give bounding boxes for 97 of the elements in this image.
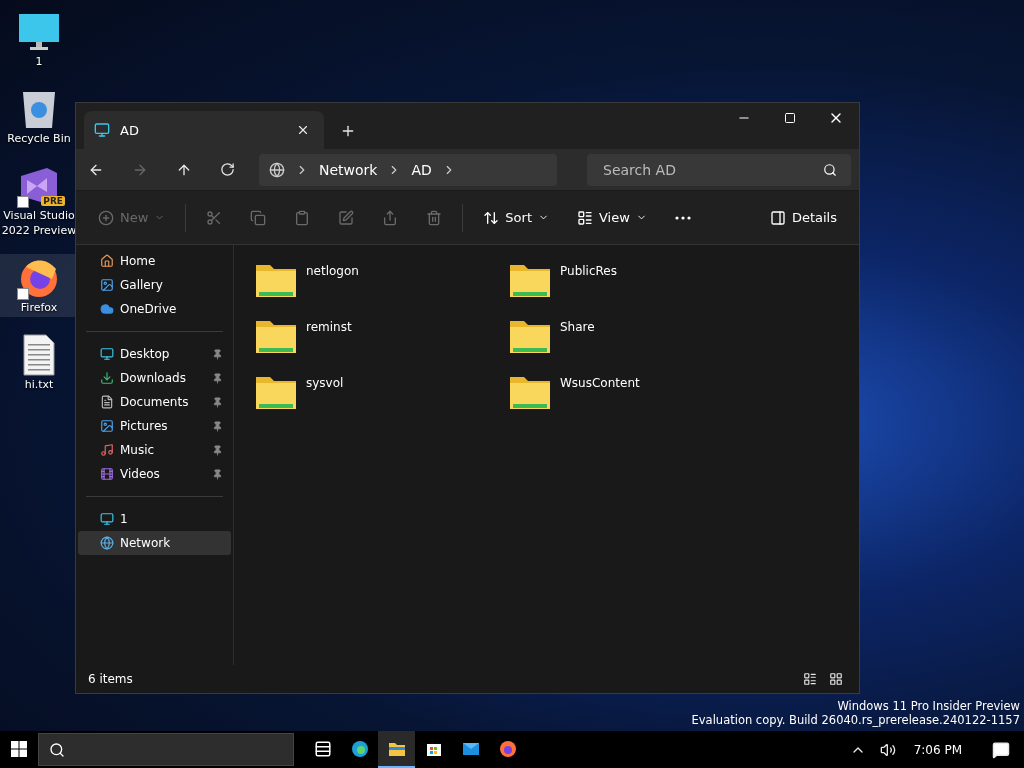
sidebar-item[interactable]: 1 [78, 507, 231, 531]
evaluation-notice: Windows 11 Pro Insider Preview [837, 699, 1020, 713]
sidebar-label: Gallery [120, 278, 164, 292]
sidebar-item[interactable]: OneDrive [78, 297, 231, 321]
monitor-icon [94, 122, 110, 138]
network-icon [100, 536, 114, 550]
desktop-icon-label: hi.txt [24, 377, 54, 392]
maximize-icon [784, 112, 796, 124]
sidebar-item[interactable]: Music [78, 438, 231, 462]
folder-name[interactable]: WsusContent [560, 371, 640, 390]
desktop-icon-label: 1 [35, 54, 43, 69]
badge: PRE [41, 196, 65, 206]
desktop-icon-tile[interactable]: 1 [0, 8, 78, 71]
sidebar-label: Desktop [120, 347, 171, 361]
sidebar-item[interactable]: Pictures [78, 414, 231, 438]
desktop-icon-tile[interactable]: Firefox [0, 254, 78, 317]
message-icon [992, 740, 1010, 759]
desktop-icon-tile[interactable]: Recycle Bin [0, 85, 78, 148]
sort-button[interactable]: Sort [475, 205, 557, 230]
sidebar-item[interactable]: Gallery [78, 273, 231, 297]
list-icon [803, 672, 817, 686]
folder-name[interactable]: netlogon [306, 259, 359, 278]
rename-icon [338, 209, 355, 226]
sidebar-label: Downloads [120, 371, 187, 385]
view-button[interactable]: View [569, 205, 655, 230]
search-icon [823, 162, 837, 177]
sidebar-item[interactable]: Network [78, 531, 231, 555]
taskbar-app-button[interactable] [378, 731, 415, 768]
sidebar-label: Home [120, 254, 157, 268]
item-count: 6 items [88, 672, 133, 686]
more-icon [674, 215, 691, 220]
desktop-icon-tile[interactable]: PRE Visual Studio 2022 Preview [0, 162, 78, 240]
folder-name[interactable]: PublicRes [560, 259, 617, 278]
document-icon [100, 395, 114, 409]
speaker-icon [879, 741, 896, 758]
close-icon [296, 123, 310, 137]
desktop-icon [100, 347, 114, 361]
monitor-icon [100, 512, 114, 526]
clock[interactable]: 7:06 PM [913, 742, 962, 757]
copy-icon [250, 209, 267, 226]
tab-title: AD [120, 122, 140, 138]
desktop-icon-label: Firefox [20, 300, 58, 315]
share-icon [382, 209, 399, 226]
sidebar-label: OneDrive [120, 302, 178, 316]
breadcrumb[interactable]: Network [319, 161, 378, 178]
grid-icon [829, 672, 843, 686]
gallery-icon [100, 278, 114, 292]
address-bar[interactable]: Network AD [259, 153, 557, 186]
sidebar-item[interactable]: Desktop [78, 342, 231, 366]
details-button[interactable]: Details [761, 205, 845, 230]
cut-icon [206, 209, 223, 226]
text-file-icon [22, 334, 56, 376]
cloud-icon [100, 302, 114, 316]
firefox-icon [498, 739, 517, 758]
sidebar-label: Network [120, 536, 172, 550]
search-icon [49, 741, 65, 758]
edge-icon [350, 739, 369, 758]
mail-icon [461, 741, 480, 756]
search-input[interactable]: Search AD [601, 160, 801, 179]
plus-icon [340, 123, 356, 139]
music-icon [100, 443, 114, 457]
picture-icon [100, 419, 114, 433]
sort-icon [483, 209, 500, 226]
desktop-icon-tile[interactable]: hi.txt [0, 331, 78, 394]
windows-logo-icon [10, 740, 27, 757]
folder-name[interactable]: Share [560, 315, 595, 334]
sidebar-label: Pictures [120, 419, 169, 433]
paste-icon [294, 209, 311, 226]
video-icon [100, 467, 114, 481]
breadcrumb[interactable]: AD [411, 161, 432, 178]
folder-icon [387, 740, 406, 757]
download-icon [100, 371, 114, 385]
tab[interactable]: AD [84, 111, 324, 149]
sidebar-label: Videos [120, 467, 161, 481]
sidebar-label: Music [120, 443, 156, 457]
home-icon [100, 254, 114, 268]
search-field[interactable]: Search AD [587, 153, 851, 186]
desktop-icon-label: Recycle Bin [7, 131, 71, 146]
folder-name[interactable]: reminst [306, 315, 352, 334]
monitor-icon [18, 12, 60, 52]
details-pane-icon [769, 209, 786, 226]
network-icon [269, 161, 285, 178]
folder-name[interactable]: sysvol [306, 371, 344, 390]
trash-icon [426, 209, 443, 226]
sidebar-label: 1 [120, 512, 129, 526]
plus-icon [98, 209, 114, 226]
task-view-icon [313, 739, 332, 758]
desktop-icon-label: Visual Studio 2022 Preview [0, 208, 78, 238]
sidebar-label: Documents [120, 395, 190, 409]
list-icon [577, 209, 593, 226]
taskbar-search-field[interactable] [38, 733, 294, 766]
sidebar-item[interactable]: Documents [78, 390, 231, 414]
evaluation-notice: Evaluation copy. Build 26040.rs_prerelease.240122-1157 [691, 713, 1020, 727]
sidebar-item[interactable]: Videos [78, 462, 231, 486]
sidebar-item[interactable]: Home [78, 249, 231, 273]
sidebar-item[interactable]: Downloads [78, 366, 231, 390]
refresh-icon [220, 162, 235, 177]
